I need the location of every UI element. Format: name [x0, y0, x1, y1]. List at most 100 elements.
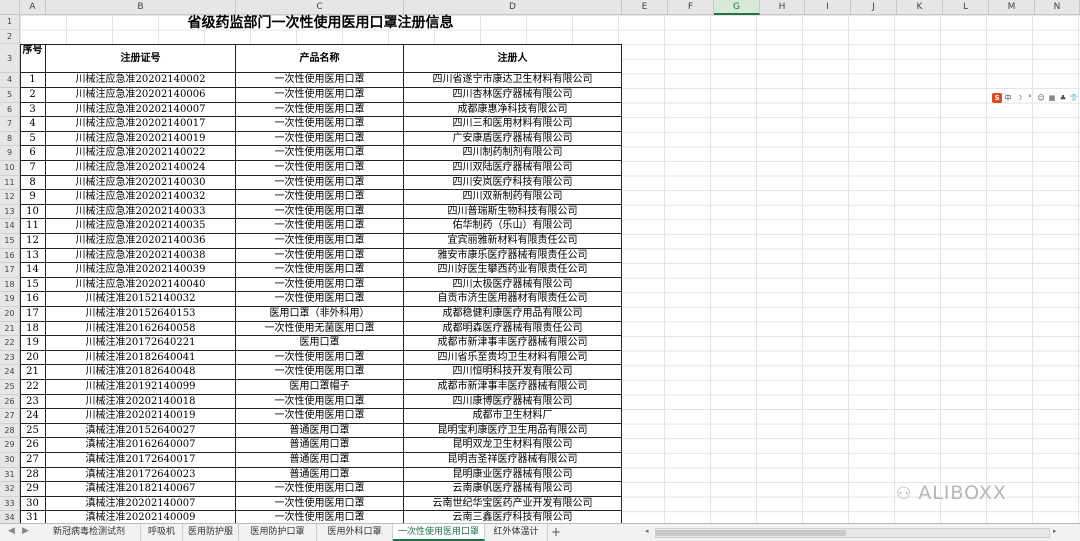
seq-cell[interactable]: 29	[20, 482, 46, 497]
sheet-tab[interactable]: 一次性使用医用口罩	[393, 524, 485, 541]
cert-number-cell[interactable]: 滇械注准20202140007	[46, 496, 236, 512]
cert-number-cell[interactable]: 川械注应急准20202140032	[46, 190, 236, 205]
registrant-cell[interactable]: 自贡市济生医用器材有限责任公司	[404, 292, 622, 307]
row-header[interactable]: 34	[0, 511, 20, 523]
registrant-cell[interactable]: 广安康盾医疗器械有限公司	[404, 131, 622, 147]
row-header[interactable]: 5	[0, 88, 20, 103]
product-name-cell[interactable]: 医用口罩（非外科用）	[236, 307, 404, 322]
cert-number-cell[interactable]: 川械注准20152140032	[46, 292, 236, 307]
moon-icon[interactable]: ☽	[1014, 93, 1024, 103]
column-header-d[interactable]: D	[404, 0, 622, 15]
product-name-cell[interactable]: 一次性使用医用口罩	[236, 234, 404, 249]
cert-number-cell[interactable]: 滇械注准20172640023	[46, 467, 236, 483]
row-header[interactable]: 33	[0, 496, 20, 512]
row-header[interactable]: 14	[0, 219, 20, 234]
column-header-n[interactable]: N	[1035, 0, 1080, 15]
row-header[interactable]: 11	[0, 175, 20, 191]
product-name-cell[interactable]: 一次性使用医用口罩	[236, 350, 404, 366]
registrant-cell[interactable]: 成都市卫生材料厂	[404, 409, 622, 424]
registrant-cell[interactable]: 雅安市康乐医疗器械有限责任公司	[404, 248, 622, 264]
cert-number-cell[interactable]: 川械注准20182640041	[46, 350, 236, 366]
column-header-i[interactable]: I	[805, 0, 851, 15]
header-registrant[interactable]: 注册人	[404, 44, 622, 74]
row-header[interactable]: 21	[0, 321, 20, 337]
registrant-cell[interactable]: 四川太极医疗器械有限公司	[404, 277, 622, 293]
row-header[interactable]: 20	[0, 307, 20, 322]
tab-scroll-right-icon[interactable]: ▶	[22, 526, 29, 536]
registrant-cell[interactable]: 四川杏林医疗器械有限公司	[404, 88, 622, 103]
column-header-b[interactable]: B	[46, 0, 236, 15]
tab-scroll-left-icon[interactable]: ◀	[8, 526, 15, 536]
keyboard-icon[interactable]: ▦	[1047, 93, 1057, 103]
product-name-cell[interactable]: 一次性使用医用口罩	[236, 175, 404, 191]
seq-cell[interactable]: 16	[20, 292, 46, 307]
cert-number-cell[interactable]: 川械注应急准20202140040	[46, 277, 236, 293]
column-header-l[interactable]: L	[943, 0, 989, 15]
scrollbar-thumb[interactable]	[656, 530, 846, 536]
registrant-cell[interactable]: 四川普瑞斯生物科技有限公司	[404, 204, 622, 220]
registrant-cell[interactable]: 宜宾丽雅新材料有限责任公司	[404, 234, 622, 249]
column-header-a[interactable]: A	[20, 0, 46, 15]
product-name-cell[interactable]: 普通医用口罩	[236, 467, 404, 483]
registrant-cell[interactable]: 成都市新津事丰医疗器械有限公司	[404, 336, 622, 351]
cert-number-cell[interactable]: 川械注应急准20202140035	[46, 219, 236, 234]
product-name-cell[interactable]: 医用口罩帽子	[236, 380, 404, 395]
seq-cell[interactable]: 2	[20, 88, 46, 103]
sheet-tab[interactable]: 呼吸机	[141, 524, 183, 541]
cert-number-cell[interactable]: 川械注准20172640221	[46, 336, 236, 351]
product-name-cell[interactable]: 一次性使用医用口罩	[236, 365, 404, 380]
row-header[interactable]: 19	[0, 292, 20, 307]
row-header[interactable]: 15	[0, 234, 20, 249]
registrant-cell[interactable]: 昆明吉圣祥医疗器械有限公司	[404, 453, 622, 468]
product-name-cell[interactable]: 普通医用口罩	[236, 423, 404, 439]
seq-cell[interactable]: 12	[20, 234, 46, 249]
row-header[interactable]: 13	[0, 204, 20, 220]
column-header-m[interactable]: M	[989, 0, 1035, 15]
registrant-cell[interactable]: 四川双新制药有限公司	[404, 190, 622, 205]
header-seq[interactable]: 序号	[20, 44, 46, 74]
registrant-cell[interactable]: 四川省遂宁市康达卫生材料有限公司	[404, 73, 622, 88]
seq-cell[interactable]: 15	[20, 277, 46, 293]
skin-icon[interactable]: ♣	[1058, 93, 1068, 103]
row-header[interactable]: 16	[0, 248, 20, 264]
column-header-g[interactable]: G	[714, 0, 760, 15]
seq-cell[interactable]: 3	[20, 102, 46, 118]
product-name-cell[interactable]: 医用口罩	[236, 336, 404, 351]
seq-cell[interactable]: 24	[20, 409, 46, 424]
column-header-c[interactable]: C	[236, 0, 404, 15]
cert-number-cell[interactable]: 川械注应急准20202140019	[46, 131, 236, 147]
row-header[interactable]: 27	[0, 409, 20, 424]
product-name-cell[interactable]: 一次性使用医用口罩	[236, 190, 404, 205]
row-header[interactable]: 30	[0, 453, 20, 468]
product-name-cell[interactable]: 一次性使用无菌医用口罩	[236, 321, 404, 337]
cert-number-cell[interactable]: 川械注应急准20202140033	[46, 204, 236, 220]
row-header[interactable]: 23	[0, 350, 20, 366]
cert-number-cell[interactable]: 滇械注准20172640017	[46, 453, 236, 468]
shirt-icon[interactable]: 👕	[1069, 93, 1079, 103]
product-name-cell[interactable]: 一次性使用医用口罩	[236, 131, 404, 147]
seq-cell[interactable]: 10	[20, 204, 46, 220]
row-header[interactable]: 3	[0, 44, 20, 74]
row-header[interactable]: 24	[0, 365, 20, 380]
seq-cell[interactable]: 5	[20, 131, 46, 147]
cert-number-cell[interactable]: 川械注应急准20202140002	[46, 73, 236, 88]
product-name-cell[interactable]: 一次性使用医用口罩	[236, 102, 404, 118]
registrant-cell[interactable]: 四川安岚医疗科技有限公司	[404, 175, 622, 191]
header-product-name[interactable]: 产品名称	[236, 44, 404, 74]
column-header-h[interactable]: H	[760, 0, 805, 15]
registrant-cell[interactable]: 四川好医生攀西药业有限责任公司	[404, 263, 622, 278]
seq-cell[interactable]: 1	[20, 73, 46, 88]
cert-number-cell[interactable]: 川械注应急准20202140017	[46, 117, 236, 132]
registrant-cell[interactable]: 昆明康业医疗器械有限公司	[404, 467, 622, 483]
cert-number-cell[interactable]: 滇械注准20202140009	[46, 511, 236, 523]
product-name-cell[interactable]: 一次性使用医用口罩	[236, 219, 404, 234]
seq-cell[interactable]: 17	[20, 307, 46, 322]
row-header[interactable]: 28	[0, 423, 20, 439]
cert-number-cell[interactable]: 滇械注准20152640027	[46, 423, 236, 439]
punctuation-icon[interactable]: °	[1025, 93, 1035, 103]
product-name-cell[interactable]: 一次性使用医用口罩	[236, 73, 404, 88]
row-header[interactable]: 4	[0, 73, 20, 88]
sheet-tab[interactable]: 医用防护口罩	[239, 524, 317, 541]
seq-cell[interactable]: 21	[20, 365, 46, 380]
seq-cell[interactable]: 23	[20, 394, 46, 410]
